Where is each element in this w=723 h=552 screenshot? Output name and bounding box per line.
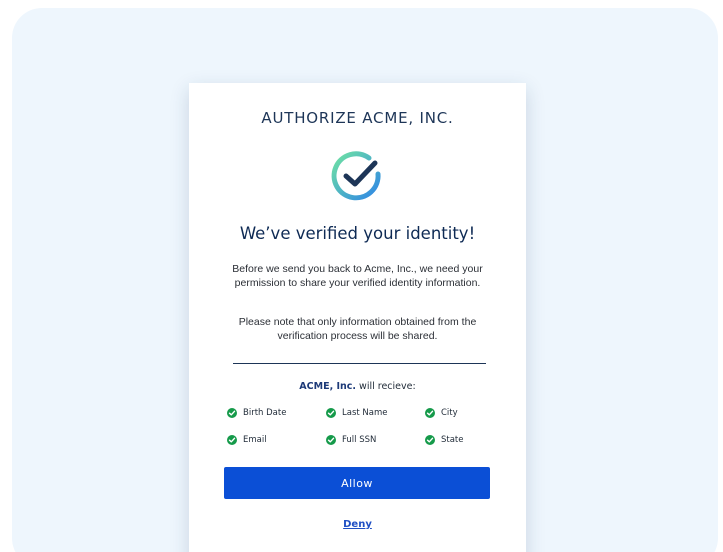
permission-item-full-ssn: Full SSN	[326, 433, 376, 447]
allow-button[interactable]: Allow	[224, 467, 490, 499]
authorization-card: AUTHORIZE ACME, INC. We’ve verified your…	[189, 83, 526, 552]
receive-text: will recieve:	[356, 381, 416, 392]
permission-item-birth-date: Birth Date	[227, 406, 286, 420]
divider	[233, 363, 486, 364]
permission-item-city: City	[425, 406, 458, 420]
permission-item-last-name: Last Name	[326, 406, 387, 420]
check-icon	[326, 408, 336, 418]
deny-link[interactable]: Deny	[189, 519, 526, 530]
sharing-note-paragraph: Please note that only information obtain…	[238, 316, 477, 342]
verified-heading: We’ve verified your identity!	[239, 224, 476, 243]
receiver-brand: ACME, Inc.	[299, 381, 357, 392]
receive-line: ACME, Inc. will recieve:	[189, 381, 526, 392]
permission-label: State	[441, 435, 464, 445]
check-icon	[425, 408, 435, 418]
check-icon	[425, 435, 435, 445]
permission-label: Last Name	[342, 408, 388, 418]
permission-label: City	[441, 408, 458, 418]
check-icon	[326, 435, 336, 445]
permission-label: Full SSN	[342, 435, 377, 445]
permission-item-state: State	[425, 433, 464, 447]
permission-label: Email	[243, 435, 267, 445]
permission-paragraph: Before we send you back to Acme, Inc., w…	[232, 263, 483, 289]
check-icon	[227, 408, 237, 418]
page: AUTHORIZE ACME, INC. We’ve verified your…	[0, 0, 723, 552]
permission-item-email: Email	[227, 433, 267, 447]
card-title: AUTHORIZE ACME, INC.	[261, 109, 454, 127]
check-icon	[227, 435, 237, 445]
circle-check-icon	[331, 150, 383, 202]
permission-label: Birth Date	[243, 408, 287, 418]
